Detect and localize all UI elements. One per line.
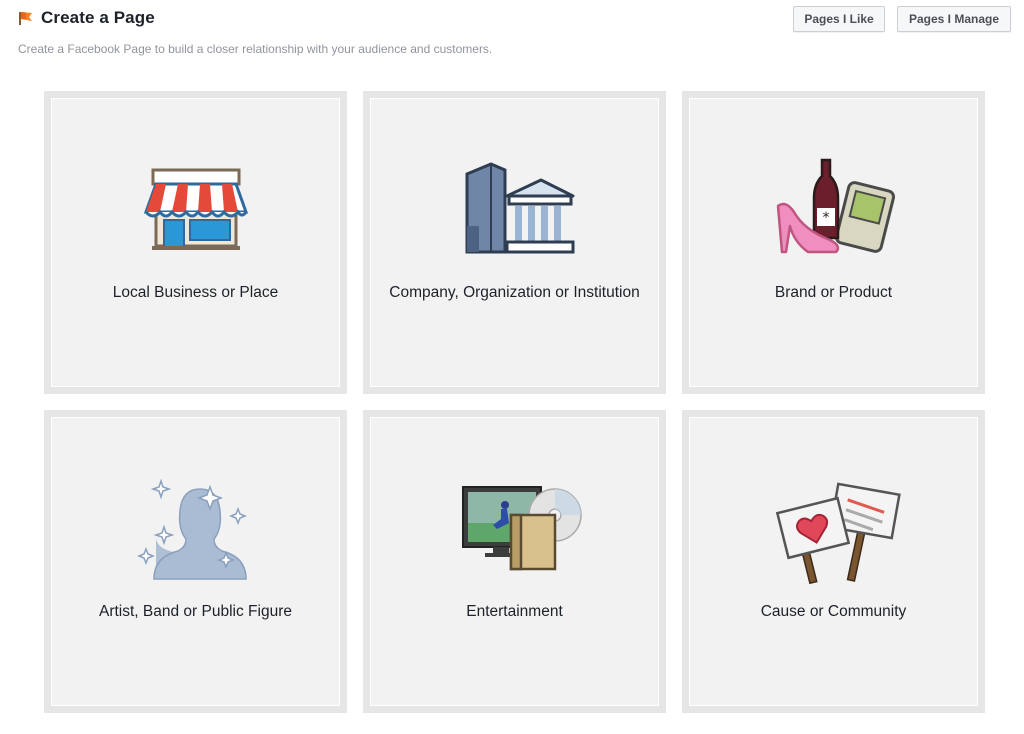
category-grid: Local Business or Place Company, Organiz… xyxy=(44,91,986,713)
products-icon: * xyxy=(776,158,895,254)
flag-icon xyxy=(18,10,34,26)
category-tile-entertainment[interactable]: Entertainment xyxy=(363,410,666,713)
storefront-icon xyxy=(143,168,248,250)
category-label: Company, Organization or Institution xyxy=(389,284,640,301)
media-icon xyxy=(461,486,582,571)
pages-i-manage-button[interactable]: Pages I Manage xyxy=(897,6,1011,32)
pages-i-like-button[interactable]: Pages I Like xyxy=(793,6,885,32)
page-subtitle: Create a Facebook Page to build a closer… xyxy=(18,42,493,56)
category-label: Entertainment xyxy=(466,603,563,620)
category-tile-cause[interactable]: Cause or Community xyxy=(682,410,985,713)
svg-text:*: * xyxy=(822,210,829,226)
category-tile-artist[interactable]: Artist, Band or Public Figure xyxy=(44,410,347,713)
buildings-icon xyxy=(465,162,574,254)
category-label: Artist, Band or Public Figure xyxy=(99,603,292,620)
signs-icon xyxy=(775,482,901,585)
category-label: Brand or Product xyxy=(774,284,893,301)
category-label: Local Business or Place xyxy=(112,284,279,301)
category-tile-company[interactable]: Company, Organization or Institution xyxy=(363,91,666,394)
category-tile-brand[interactable]: * Brand or Product xyxy=(682,91,985,394)
category-label: Cause or Community xyxy=(760,603,907,620)
title-row: Create a Page xyxy=(18,8,155,28)
category-tile-local-business[interactable]: Local Business or Place xyxy=(44,91,347,394)
page-title: Create a Page xyxy=(41,8,155,27)
silhouette-icon xyxy=(136,478,247,580)
page-header: Create a Page Create a Facebook Page to … xyxy=(0,0,1024,70)
